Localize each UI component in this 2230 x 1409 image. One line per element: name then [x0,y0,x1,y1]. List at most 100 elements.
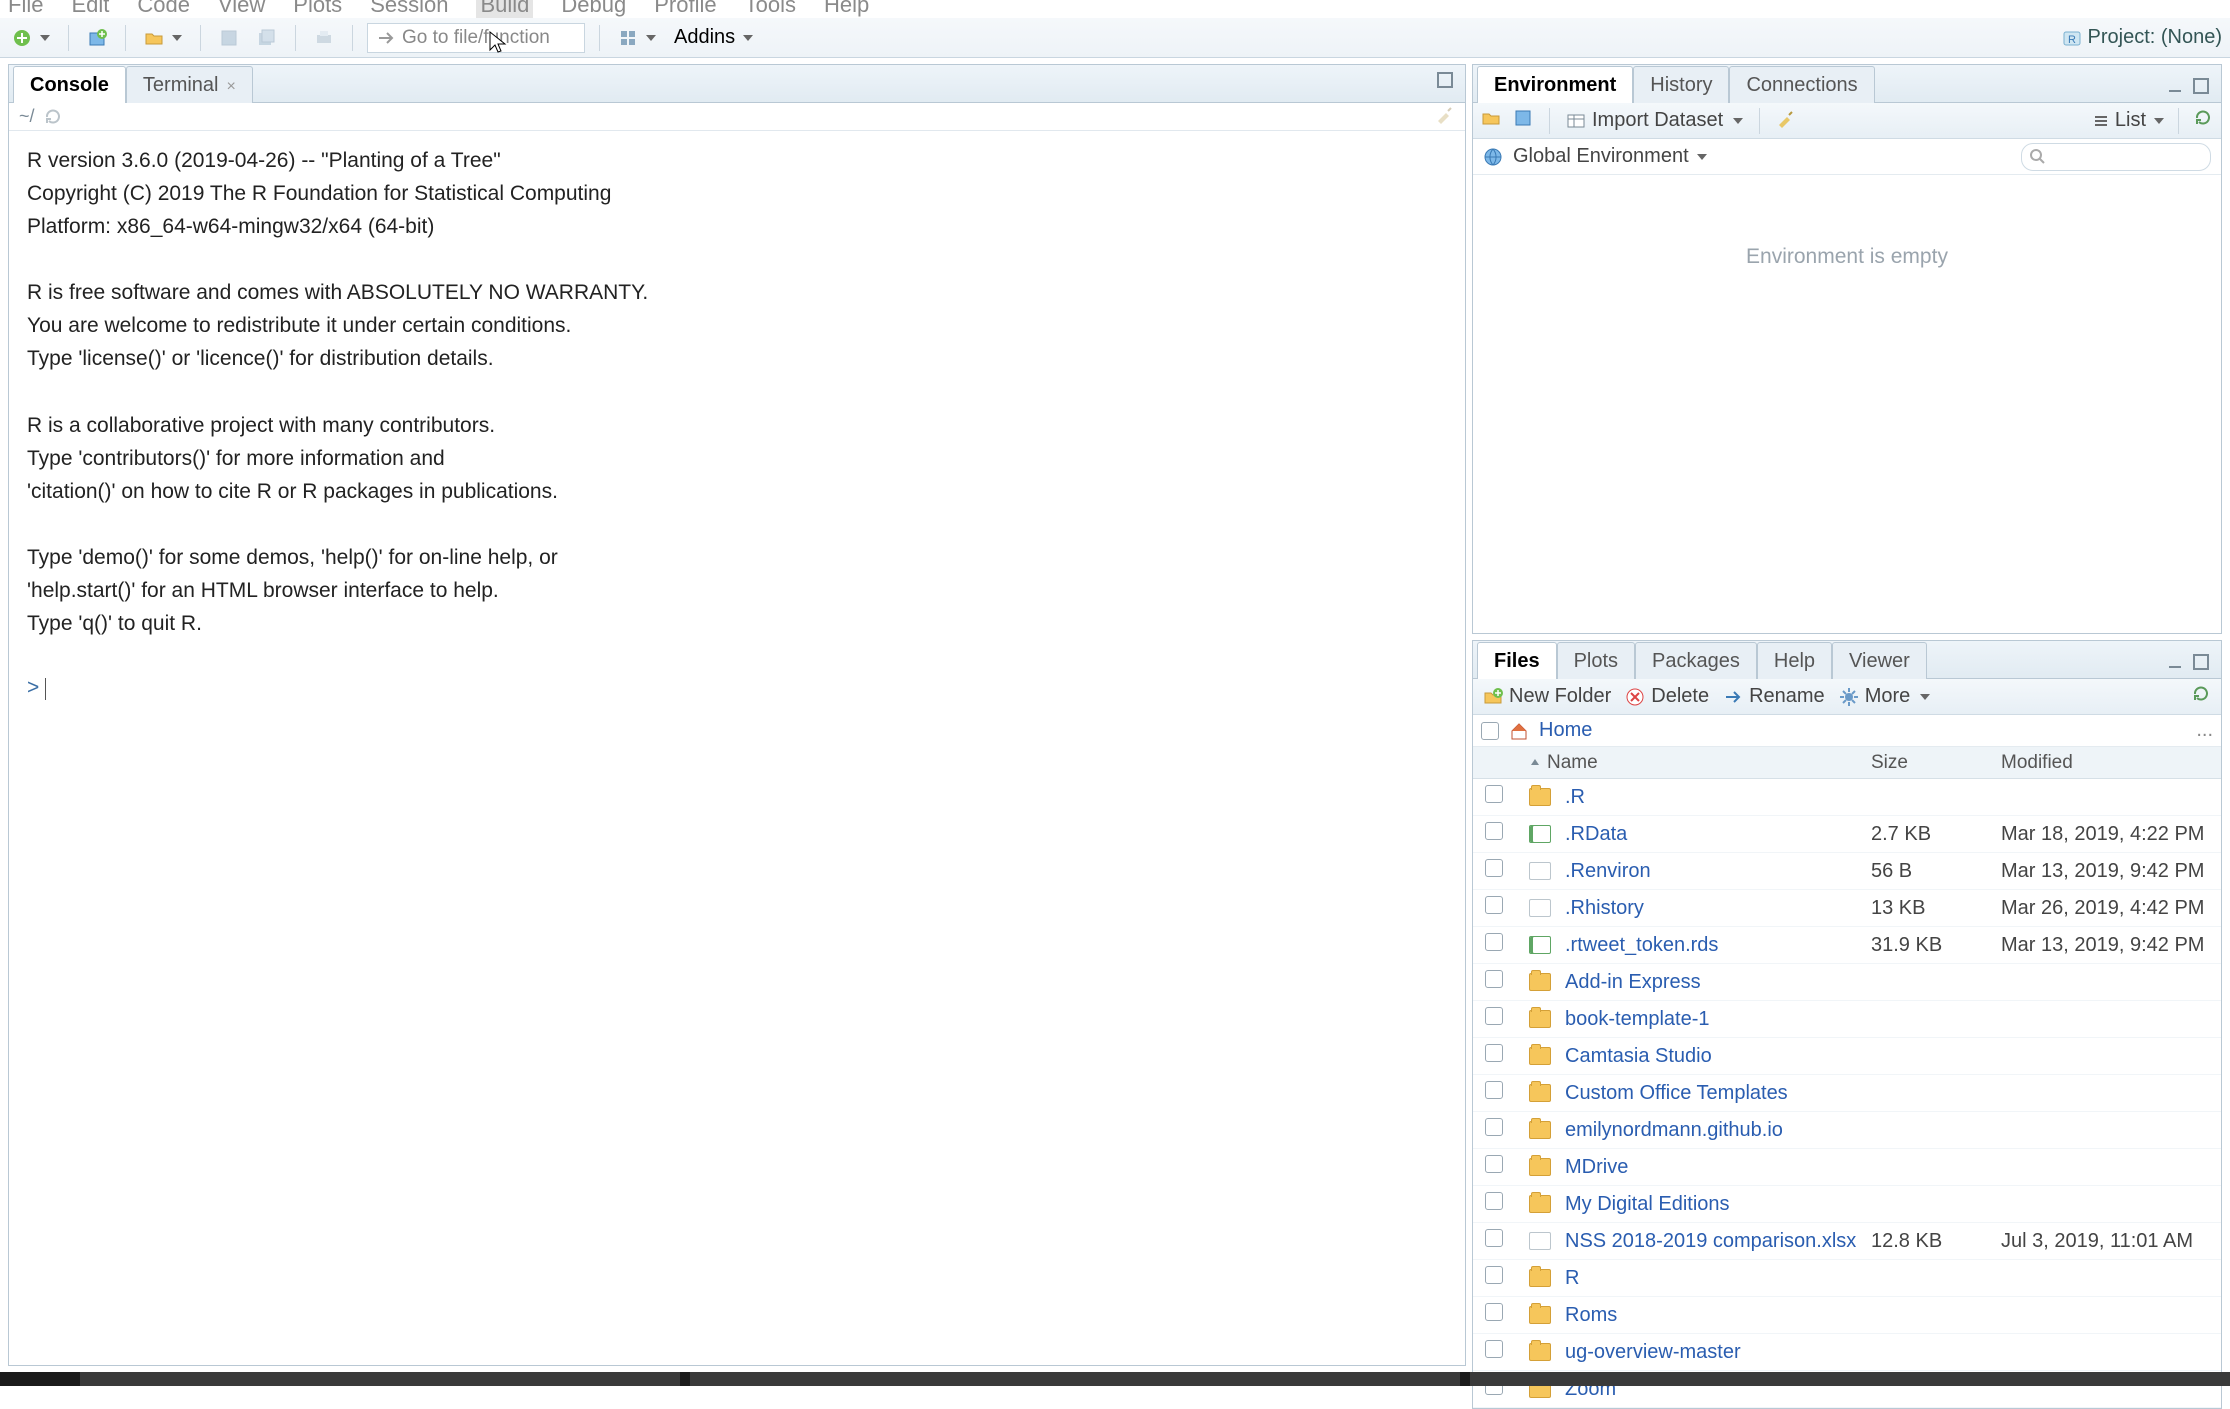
file-checkbox[interactable] [1485,933,1503,951]
menu-build[interactable]: Build [476,0,533,18]
file-checkbox[interactable] [1485,1155,1503,1173]
file-row[interactable]: .Renviron56 BMar 13, 2019, 9:42 PM [1473,853,2221,890]
file-checkbox[interactable] [1485,896,1503,914]
file-row[interactable]: My Digital Editions [1473,1186,2221,1223]
goto-file-input[interactable]: Go to file/function [367,23,585,53]
header-name[interactable]: Name [1523,752,1871,774]
console-output[interactable]: R version 3.6.0 (2019-04-26) -- "Plantin… [9,131,1465,1365]
env-search-input[interactable] [2021,143,2211,171]
file-row[interactable]: .Rhistory13 KBMar 26, 2019, 4:42 PM [1473,890,2221,927]
new-project-button[interactable] [83,26,111,50]
menu-debug[interactable]: Debug [561,0,626,18]
tab-console[interactable]: Console [13,66,126,103]
print-button[interactable] [310,26,338,50]
menu-code[interactable]: Code [137,0,190,18]
save-all-button[interactable] [253,26,281,50]
file-checkbox[interactable] [1485,859,1503,877]
select-all-checkbox[interactable] [1481,722,1499,740]
file-checkbox[interactable] [1485,970,1503,988]
tab-terminal[interactable]: Terminal× [126,66,253,103]
file-checkbox[interactable] [1485,785,1503,803]
file-row[interactable]: .RData2.7 KBMar 18, 2019, 4:22 PM [1473,816,2221,853]
clear-console-button[interactable] [1435,104,1455,129]
file-row[interactable]: Camtasia Studio [1473,1038,2221,1075]
minimize-icon[interactable] [2165,652,2185,672]
menu-plots[interactable]: Plots [293,0,342,18]
tab-environment[interactable]: Environment [1477,66,1633,103]
close-icon[interactable]: × [226,78,235,95]
load-workspace-button[interactable] [1481,108,1501,134]
tab-help[interactable]: Help [1757,642,1832,679]
file-checkbox[interactable] [1485,822,1503,840]
menu-help[interactable]: Help [824,0,869,18]
env-scope-button[interactable]: Global Environment [1513,145,1707,168]
refresh-files-button[interactable] [2191,684,2211,710]
view-mode-button[interactable]: List [2091,109,2164,132]
more-path-button[interactable]: ... [2196,719,2213,742]
breadcrumb-home[interactable]: Home [1539,719,1592,742]
file-name: .R [1565,786,1585,809]
file-row[interactable]: .R [1473,779,2221,816]
menu-session[interactable]: Session [370,0,448,18]
menu-view[interactable]: View [218,0,265,18]
header-size[interactable]: Size [1871,752,2001,774]
file-row[interactable]: emilynordmann.github.io [1473,1112,2221,1149]
header-modified[interactable]: Modified [2001,752,2221,774]
file-checkbox[interactable] [1485,1303,1503,1321]
file-row[interactable]: NSS 2018-2019 comparison.xlsx12.8 KBJul … [1473,1223,2221,1260]
rename-button[interactable]: Rename [1723,685,1825,708]
file-row[interactable]: .rtweet_token.rds31.9 KBMar 13, 2019, 9:… [1473,927,2221,964]
tab-plots[interactable]: Plots [1557,642,1635,679]
home-icon[interactable] [1509,721,1529,741]
new-folder-button[interactable]: New Folder [1483,685,1611,708]
restart-icon[interactable] [43,107,63,127]
menu-profile[interactable]: Profile [654,0,716,18]
file-checkbox[interactable] [1485,1007,1503,1025]
file-checkbox[interactable] [1485,1044,1503,1062]
import-dataset-button[interactable]: Import Dataset [1566,109,1743,132]
tab-files[interactable]: Files [1477,642,1557,679]
file-row[interactable]: R [1473,1260,2221,1297]
globe-icon [1483,147,1503,167]
file-checkbox[interactable] [1485,1340,1503,1358]
project-menu[interactable]: R Project: (None) [2062,26,2223,49]
addins-button[interactable]: Addins [670,24,757,51]
env-window-buttons [2155,70,2221,102]
file-checkbox[interactable] [1485,1266,1503,1284]
menu-tools[interactable]: Tools [745,0,796,18]
grid-button[interactable] [614,26,660,50]
file-name: NSS 2018-2019 comparison.xlsx [1565,1230,1856,1253]
print-icon [314,28,334,48]
file-row[interactable]: Add-in Express [1473,964,2221,1001]
menu-file[interactable]: File [8,0,43,18]
menu-edit[interactable]: Edit [71,0,109,18]
save-button[interactable] [215,26,243,50]
file-row[interactable]: MDrive [1473,1149,2221,1186]
folder-icon [1529,973,1551,991]
console-prompt: > [27,676,45,699]
file-row[interactable]: Custom Office Templates [1473,1075,2221,1112]
tab-history[interactable]: History [1633,66,1729,103]
file-checkbox[interactable] [1485,1081,1503,1099]
file-row[interactable]: Roms [1473,1297,2221,1334]
save-workspace-button[interactable] [1513,108,1533,134]
file-checkbox[interactable] [1485,1118,1503,1136]
file-name: book-template-1 [1565,1008,1710,1031]
maximize-icon[interactable] [2191,76,2211,96]
clear-env-button[interactable] [1776,108,1796,134]
file-checkbox[interactable] [1485,1192,1503,1210]
maximize-button[interactable] [1425,64,1465,102]
file-row[interactable]: ug-overview-master [1473,1334,2221,1371]
new-file-button[interactable] [8,26,54,50]
file-checkbox[interactable] [1485,1229,1503,1247]
more-button[interactable]: More [1839,685,1931,708]
tab-packages[interactable]: Packages [1635,642,1757,679]
maximize-icon[interactable] [2191,652,2211,672]
minimize-icon[interactable] [2165,76,2185,96]
file-row[interactable]: book-template-1 [1473,1001,2221,1038]
open-file-button[interactable] [140,26,186,50]
tab-viewer[interactable]: Viewer [1832,642,1927,679]
refresh-env-button[interactable] [2193,108,2213,134]
delete-button[interactable]: Delete [1625,685,1709,708]
tab-connections[interactable]: Connections [1729,66,1874,103]
